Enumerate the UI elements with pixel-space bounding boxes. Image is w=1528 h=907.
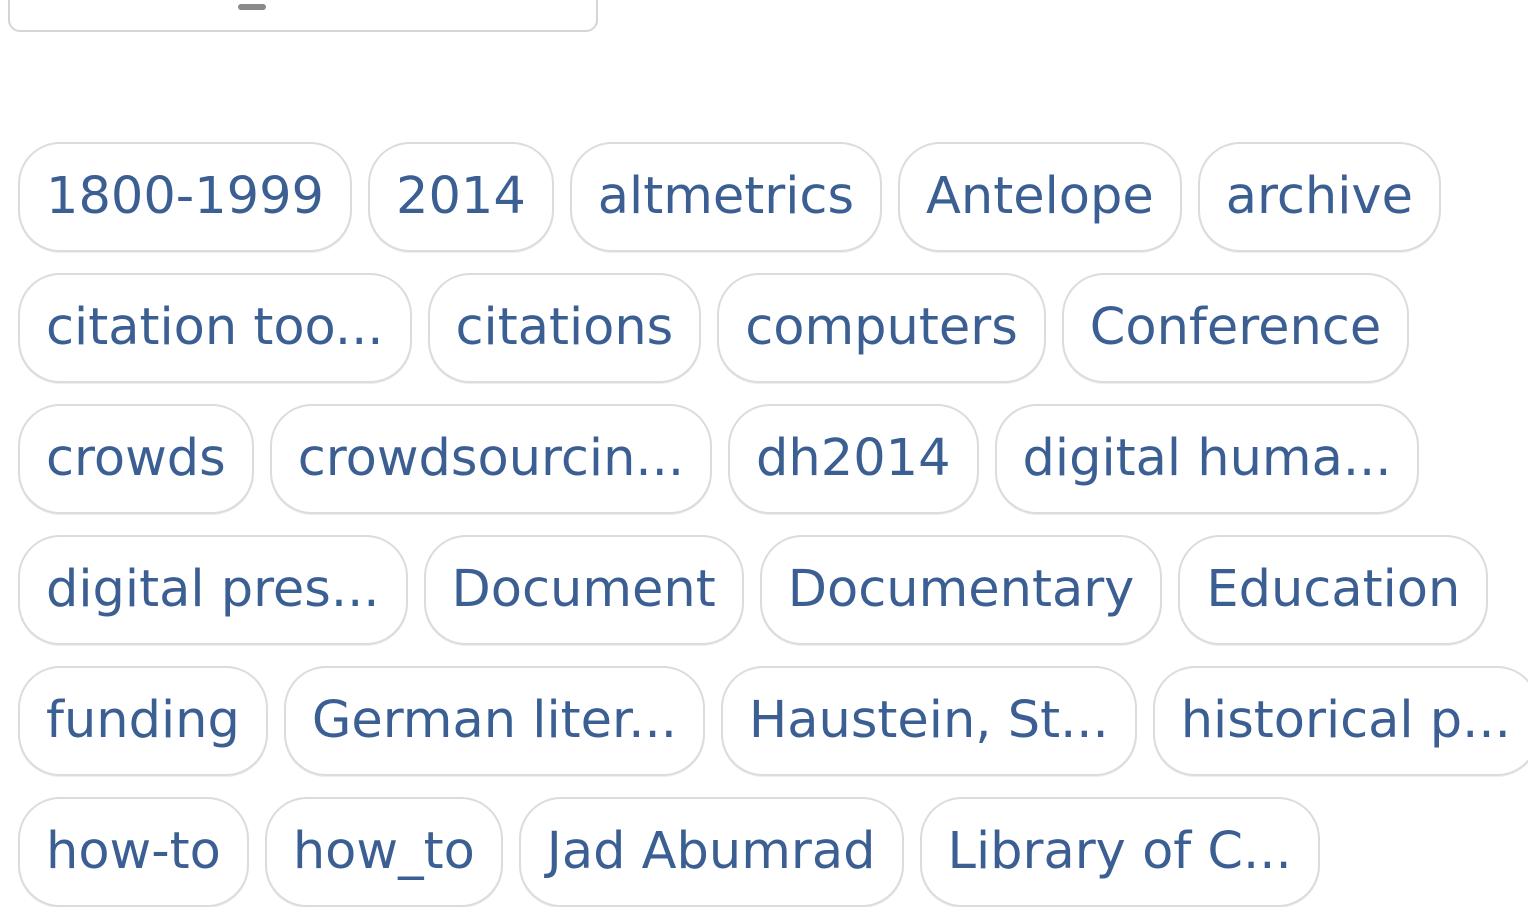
tag-row: citation too... citations computers Conf… — [18, 269, 1425, 387]
tag-1800-1999[interactable]: 1800-1999 — [18, 142, 352, 252]
tag-dh2014[interactable]: dh2014 — [728, 404, 979, 514]
tag-crowds[interactable]: crowds — [18, 404, 254, 514]
tag-computers[interactable]: computers — [717, 273, 1046, 383]
tag-citation-tools[interactable]: citation too... — [18, 273, 412, 383]
tag-row: crowds crowdsourcin... dh2014 digital hu… — [18, 400, 1435, 518]
tag-cloud: 1800-1999 2014 altmetrics Antelope archi… — [0, 0, 1528, 907]
tag-how-to-underscore[interactable]: how_to — [264, 797, 503, 907]
tag-haustein[interactable]: Haustein, St... — [720, 666, 1137, 776]
tag-conference[interactable]: Conference — [1061, 273, 1410, 383]
tag-2014[interactable]: 2014 — [368, 142, 554, 252]
tag-crowdsourcing[interactable]: crowdsourcin... — [269, 404, 713, 514]
tag-row: funding German liter... Haustein, St... … — [18, 662, 1528, 780]
tag-row: 1800-1999 2014 altmetrics Antelope archi… — [18, 138, 1457, 256]
tag-row: digital pres... Document Documentary Edu… — [18, 531, 1504, 649]
tag-education[interactable]: Education — [1178, 535, 1489, 645]
tag-row: how-to how_to Jad Abumrad Library of C..… — [18, 793, 1336, 907]
tag-historical[interactable]: historical p... — [1152, 666, 1528, 776]
tag-altmetrics[interactable]: altmetrics — [569, 142, 883, 252]
tag-how-to-hyphen[interactable]: how-to — [18, 797, 249, 907]
tag-jad-abumrad[interactable]: Jad Abumrad — [518, 797, 904, 907]
tag-document[interactable]: Document — [423, 535, 744, 645]
tag-library-of-congress[interactable]: Library of C... — [919, 797, 1320, 907]
tag-antelope[interactable]: Antelope — [898, 142, 1182, 252]
tag-german-literature[interactable]: German liter... — [283, 666, 705, 776]
tag-archive[interactable]: archive — [1197, 142, 1441, 252]
tag-citations[interactable]: citations — [427, 273, 702, 383]
tag-digital-humanities[interactable]: digital huma... — [994, 404, 1420, 514]
tag-funding[interactable]: funding — [18, 666, 268, 776]
tag-documentary[interactable]: Documentary — [759, 535, 1163, 645]
tag-digital-preservation[interactable]: digital pres... — [18, 535, 408, 645]
tag-panel: 1800-1999 2014 altmetrics Antelope archi… — [0, 0, 1528, 907]
